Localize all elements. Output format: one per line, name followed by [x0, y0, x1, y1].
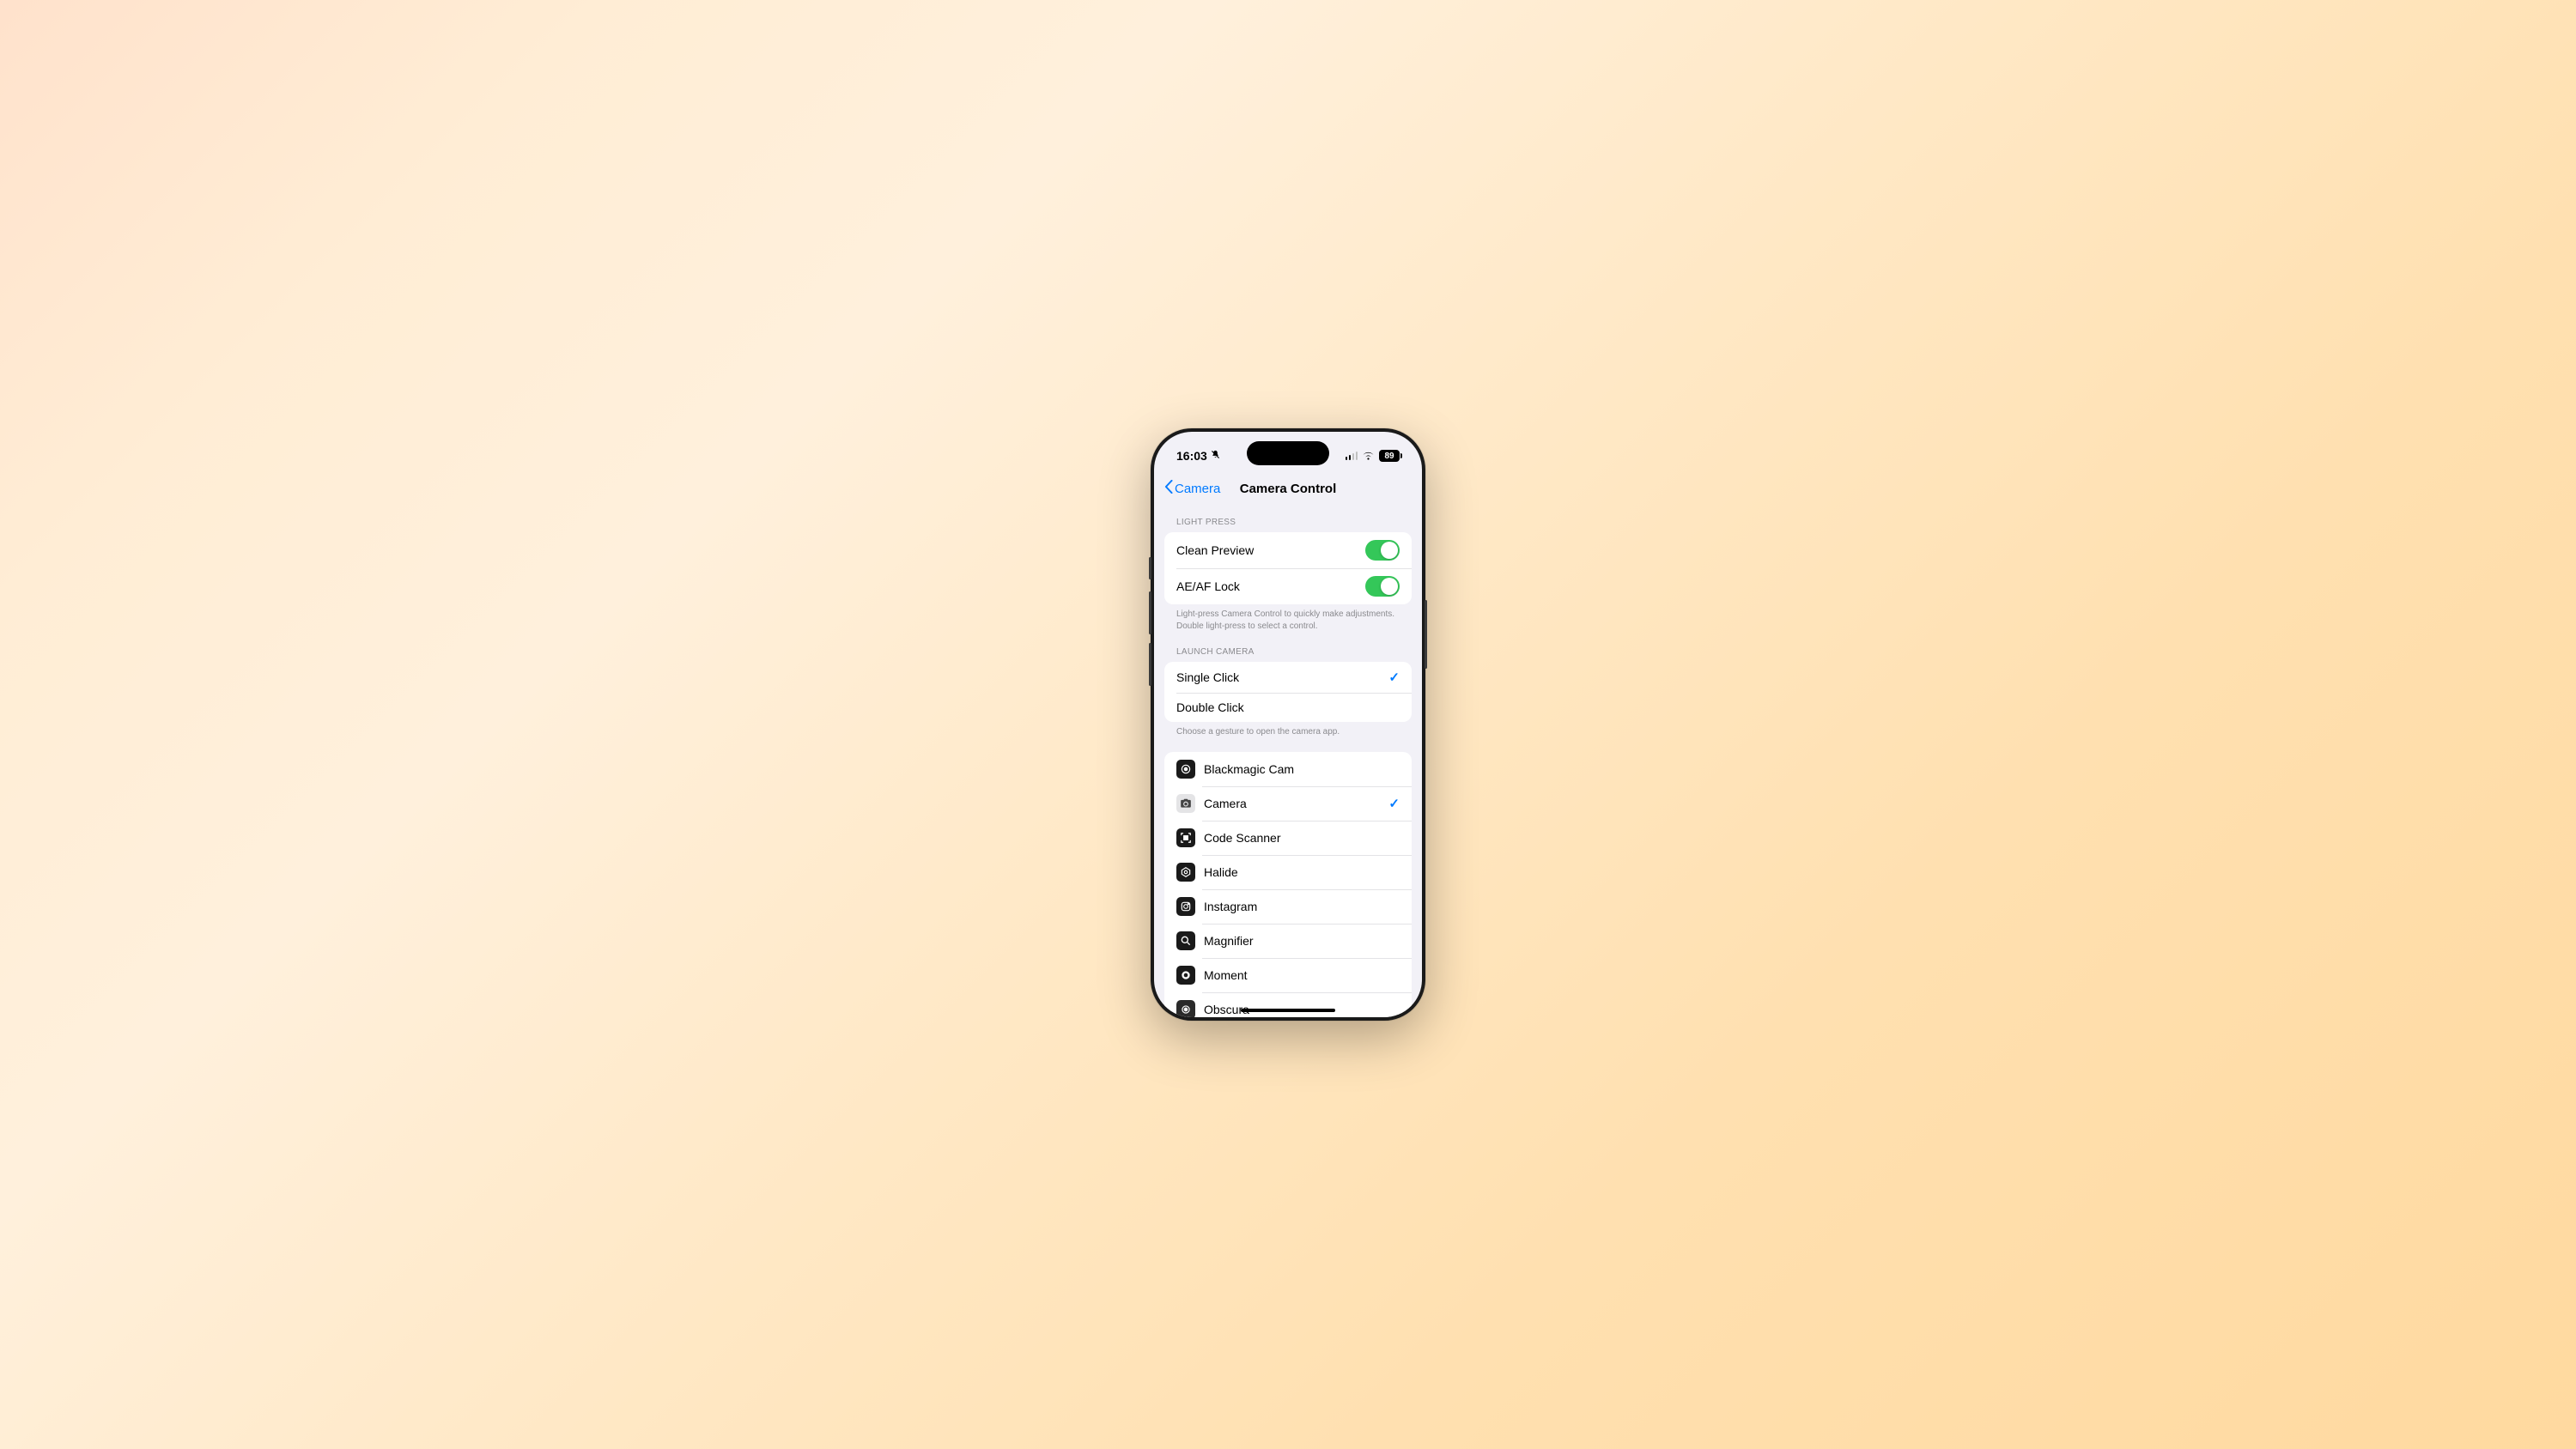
code-scanner-icon: [1176, 828, 1195, 847]
back-button[interactable]: Camera: [1164, 480, 1220, 498]
section-footer-launch-camera: Choose a gesture to open the camera app.: [1164, 722, 1412, 738]
phone-volume-up: [1149, 591, 1151, 634]
row-label: Single Click: [1176, 670, 1388, 684]
silent-mode-icon: [1211, 450, 1220, 462]
blackmagic-icon: [1176, 760, 1195, 779]
wifi-icon: [1362, 452, 1375, 461]
phone-volume-down: [1149, 643, 1151, 686]
home-indicator[interactable]: [1241, 1009, 1335, 1012]
obscura-icon: [1176, 1000, 1195, 1018]
row-label: Halide: [1204, 865, 1400, 879]
checkmark-icon: ✓: [1388, 670, 1400, 685]
nav-header: Camera Camera Control: [1154, 471, 1422, 506]
battery-level: 89: [1384, 452, 1394, 461]
row-app-blackmagic[interactable]: Blackmagic Cam: [1164, 752, 1412, 786]
phone-frame: 16:03 89: [1151, 428, 1425, 1021]
row-app-code-scanner[interactable]: Code Scanner: [1164, 821, 1412, 855]
row-app-camera[interactable]: Camera ✓: [1164, 786, 1412, 821]
group-launch-camera: Single Click ✓ Double Click: [1164, 662, 1412, 722]
row-label: Double Click: [1176, 700, 1400, 714]
section-header-launch-camera: LAUNCH CAMERA: [1164, 632, 1412, 662]
section-footer-light-press: Light-press Camera Control to quickly ma…: [1164, 604, 1412, 632]
instagram-icon: [1176, 897, 1195, 916]
row-label: AE/AF Lock: [1176, 579, 1365, 593]
row-ae-af-lock[interactable]: AE/AF Lock: [1164, 568, 1412, 604]
chevron-left-icon: [1164, 480, 1173, 498]
row-app-halide[interactable]: Halide: [1164, 855, 1412, 889]
dynamic-island: [1247, 441, 1329, 465]
row-clean-preview[interactable]: Clean Preview: [1164, 532, 1412, 568]
checkmark-icon: ✓: [1388, 796, 1400, 811]
row-label: Moment: [1204, 968, 1400, 982]
cellular-signal-icon: [1346, 452, 1358, 460]
group-app-list: Blackmagic Cam Camera ✓ Code Scanner: [1164, 752, 1412, 1018]
row-app-instagram[interactable]: Instagram: [1164, 889, 1412, 924]
toggle-clean-preview[interactable]: [1365, 540, 1400, 561]
back-label: Camera: [1175, 482, 1220, 496]
toggle-ae-af-lock[interactable]: [1365, 576, 1400, 597]
row-label: Camera: [1204, 797, 1388, 810]
row-app-moment[interactable]: Moment: [1164, 958, 1412, 992]
battery-indicator: 89: [1379, 450, 1400, 462]
phone-power-button: [1425, 600, 1427, 669]
row-app-magnifier[interactable]: Magnifier: [1164, 924, 1412, 958]
page-title: Camera Control: [1240, 482, 1337, 496]
phone-side-button: [1149, 557, 1151, 579]
row-label: Blackmagic Cam: [1204, 762, 1400, 776]
settings-content[interactable]: LIGHT PRESS Clean Preview AE/AF Lock Lig…: [1154, 506, 1422, 1017]
section-header-light-press: LIGHT PRESS: [1164, 506, 1412, 532]
row-single-click[interactable]: Single Click ✓: [1164, 662, 1412, 693]
magnifier-icon: [1176, 931, 1195, 950]
phone-screen: 16:03 89: [1154, 432, 1422, 1017]
row-label: Clean Preview: [1176, 543, 1365, 557]
row-label: Magnifier: [1204, 934, 1400, 948]
moment-icon: [1176, 966, 1195, 985]
status-time: 16:03: [1176, 449, 1207, 463]
halide-icon: [1176, 863, 1195, 882]
camera-icon: [1176, 794, 1195, 813]
group-light-press: Clean Preview AE/AF Lock: [1164, 532, 1412, 604]
row-label: Instagram: [1204, 900, 1400, 913]
row-app-obscura[interactable]: Obscura: [1164, 992, 1412, 1018]
row-label: Code Scanner: [1204, 831, 1400, 845]
row-double-click[interactable]: Double Click: [1164, 693, 1412, 722]
